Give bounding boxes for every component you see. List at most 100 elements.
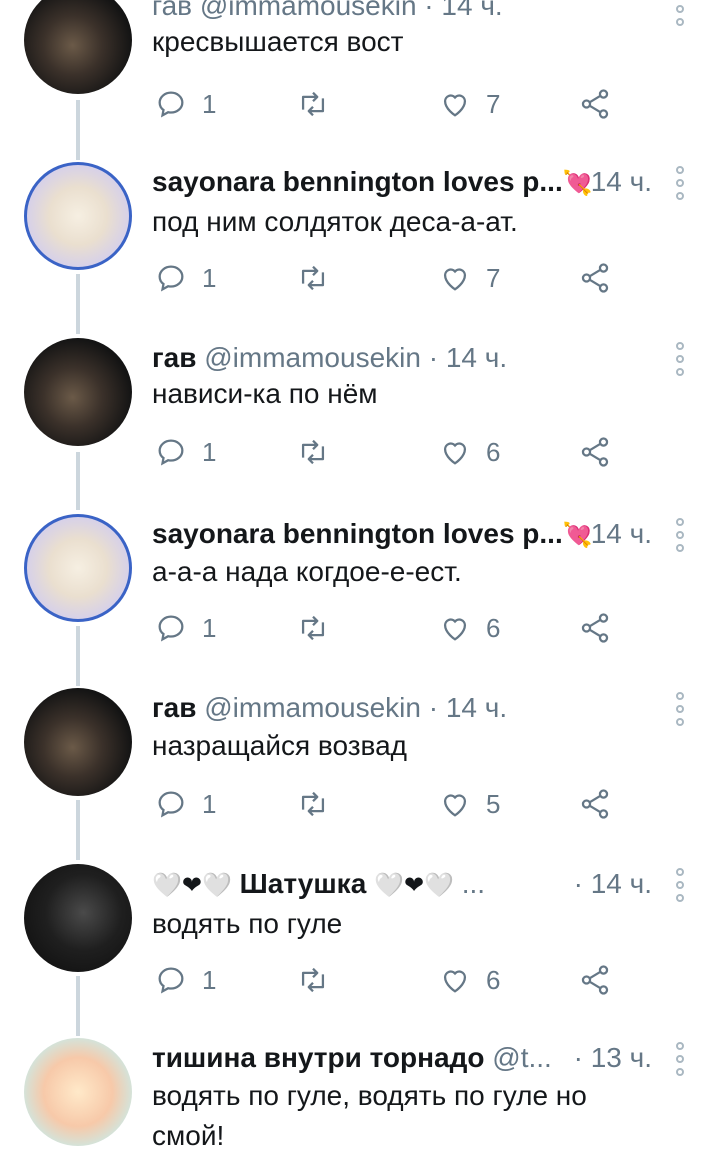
avatar[interactable]	[24, 864, 132, 972]
display-name[interactable]: Шатушка	[240, 868, 367, 899]
reply-icon	[158, 967, 184, 994]
reply-button[interactable]: 1	[154, 960, 216, 1000]
reply-button[interactable]: 1	[154, 432, 216, 472]
avatar[interactable]	[24, 338, 132, 446]
tweet[interactable]: гав @immamousekin · 14 ч. нависи-ка по н…	[0, 338, 720, 508]
heart-icon	[443, 94, 467, 117]
tweet-header: гав @immamousekin · 14 ч.	[152, 688, 652, 728]
retweet-icon	[301, 791, 325, 817]
timestamp[interactable]: · 14 ч.	[429, 692, 507, 723]
retweet-button[interactable]	[296, 432, 330, 472]
name-emoji-prefix: 🤍❤🤍	[152, 872, 232, 899]
reply-button[interactable]: 1	[154, 608, 216, 648]
heart-icon	[443, 794, 467, 817]
display-name[interactable]: гав	[152, 692, 196, 723]
like-count: 5	[486, 788, 501, 819]
reply-button[interactable]: 1	[154, 784, 216, 824]
more-options-icon[interactable]	[672, 518, 688, 552]
reply-icon	[158, 265, 184, 292]
retweet-button[interactable]	[296, 608, 330, 648]
more-options-icon[interactable]	[672, 342, 688, 376]
retweet-icon	[301, 967, 325, 993]
more-options-icon[interactable]	[672, 0, 688, 26]
display-name[interactable]: тишина внутри торнадо	[152, 1042, 485, 1073]
retweet-button[interactable]	[296, 258, 330, 298]
reply-button[interactable]: 1	[154, 258, 216, 298]
tweet-text: а-а-а нада когдое-е-ест.	[152, 556, 462, 587]
reply-count: 1	[202, 612, 217, 643]
share-button[interactable]	[578, 258, 612, 298]
timestamp[interactable]: · 14 ч.	[574, 864, 652, 904]
more-options-icon[interactable]	[672, 166, 688, 200]
timestamp[interactable]: 14 ч.	[591, 514, 652, 554]
timestamp[interactable]: 14 ч.	[591, 162, 652, 202]
reply-count: 1	[202, 788, 217, 819]
avatar[interactable]	[24, 162, 132, 270]
avatar[interactable]	[24, 514, 132, 622]
tweet[interactable]: гав @immamousekin · 14 ч. назращайся воз…	[0, 688, 720, 858]
share-button[interactable]	[578, 432, 612, 472]
tweet[interactable]: sayonara bennington loves p...💘 14 ч. а-…	[0, 514, 720, 684]
handle[interactable]: @t...	[492, 1042, 552, 1073]
display-name[interactable]: sayonara bennington loves p...	[152, 518, 563, 549]
avatar[interactable]	[24, 0, 132, 94]
timestamp[interactable]: · 13 ч.	[574, 1038, 652, 1078]
share-icon	[581, 789, 609, 819]
tweet-header: тишина внутри торнадо @t... · 13 ч.	[152, 1038, 652, 1078]
handle[interactable]: @immamousekin	[204, 692, 421, 723]
like-button[interactable]: 6	[438, 432, 500, 472]
like-button[interactable]: 6	[438, 960, 500, 1000]
retweet-button[interactable]	[296, 960, 330, 1000]
reply-icon	[158, 439, 184, 466]
handle[interactable]: ...	[462, 868, 485, 899]
reply-button[interactable]: 1	[154, 84, 216, 124]
heart-emoji: 💘	[562, 522, 593, 549]
more-options-icon[interactable]	[672, 692, 688, 726]
tweet-text: нависи-ка по нём	[152, 378, 378, 409]
like-count: 7	[486, 88, 501, 119]
like-button[interactable]: 7	[438, 258, 500, 298]
like-button[interactable]: 7	[438, 84, 500, 124]
like-button[interactable]: 5	[438, 784, 500, 824]
heart-icon	[443, 618, 467, 641]
display-name[interactable]: гав	[152, 342, 196, 373]
timestamp[interactable]: · 14 ч.	[429, 342, 507, 373]
handle[interactable]: @immamousekin	[204, 342, 421, 373]
tweet-text: водять по гуле, водять по гуле но смой!	[152, 1080, 587, 1151]
avatar[interactable]	[24, 688, 132, 796]
retweet-button[interactable]	[296, 84, 330, 124]
tweet-header: sayonara bennington loves p...💘 14 ч.	[152, 162, 652, 202]
share-button[interactable]	[578, 784, 612, 824]
share-icon	[581, 89, 609, 119]
share-icon	[581, 263, 609, 293]
tweet-actions: 1 6	[152, 432, 622, 472]
heart-icon	[443, 268, 467, 291]
more-options-icon[interactable]	[672, 1042, 688, 1076]
reply-icon	[158, 91, 184, 118]
avatar[interactable]	[24, 1038, 132, 1146]
tweet[interactable]: гав @immamousekin · 14 ч. кресвышается в…	[0, 0, 720, 136]
tweet[interactable]: тишина внутри торнадо @t... · 13 ч. водя…	[0, 1038, 720, 1158]
tweet-actions: 1 6	[152, 960, 622, 1000]
tweet-actions: 1 7	[152, 258, 622, 298]
share-button[interactable]	[578, 960, 612, 1000]
tweet-text: кресвышается вост	[152, 26, 404, 57]
share-button[interactable]	[578, 84, 612, 124]
share-icon	[581, 965, 609, 995]
more-options-icon[interactable]	[672, 868, 688, 902]
heart-icon	[443, 442, 467, 465]
share-button[interactable]	[578, 608, 612, 648]
tweet[interactable]: sayonara bennington loves p...💘 14 ч. по…	[0, 162, 720, 332]
name-emoji-suffix: 🤍❤🤍	[374, 872, 454, 899]
display-name[interactable]: sayonara bennington loves p...	[152, 166, 563, 197]
tweet-header: 🤍❤🤍 Шатушка 🤍❤🤍 ... · 14 ч.	[152, 864, 652, 904]
retweet-button[interactable]	[296, 784, 330, 824]
reply-count: 1	[202, 262, 217, 293]
tweet-header: гав @immamousekin · 14 ч.	[152, 338, 652, 378]
like-count: 6	[486, 612, 501, 643]
tweet-actions: 1 5	[152, 784, 622, 824]
retweet-icon	[301, 615, 325, 641]
like-button[interactable]: 6	[438, 608, 500, 648]
tweet-text: под ним солдяток деса-а-ат.	[152, 206, 518, 237]
tweet[interactable]: 🤍❤🤍 Шатушка 🤍❤🤍 ... · 14 ч. водять по гу…	[0, 864, 720, 1034]
